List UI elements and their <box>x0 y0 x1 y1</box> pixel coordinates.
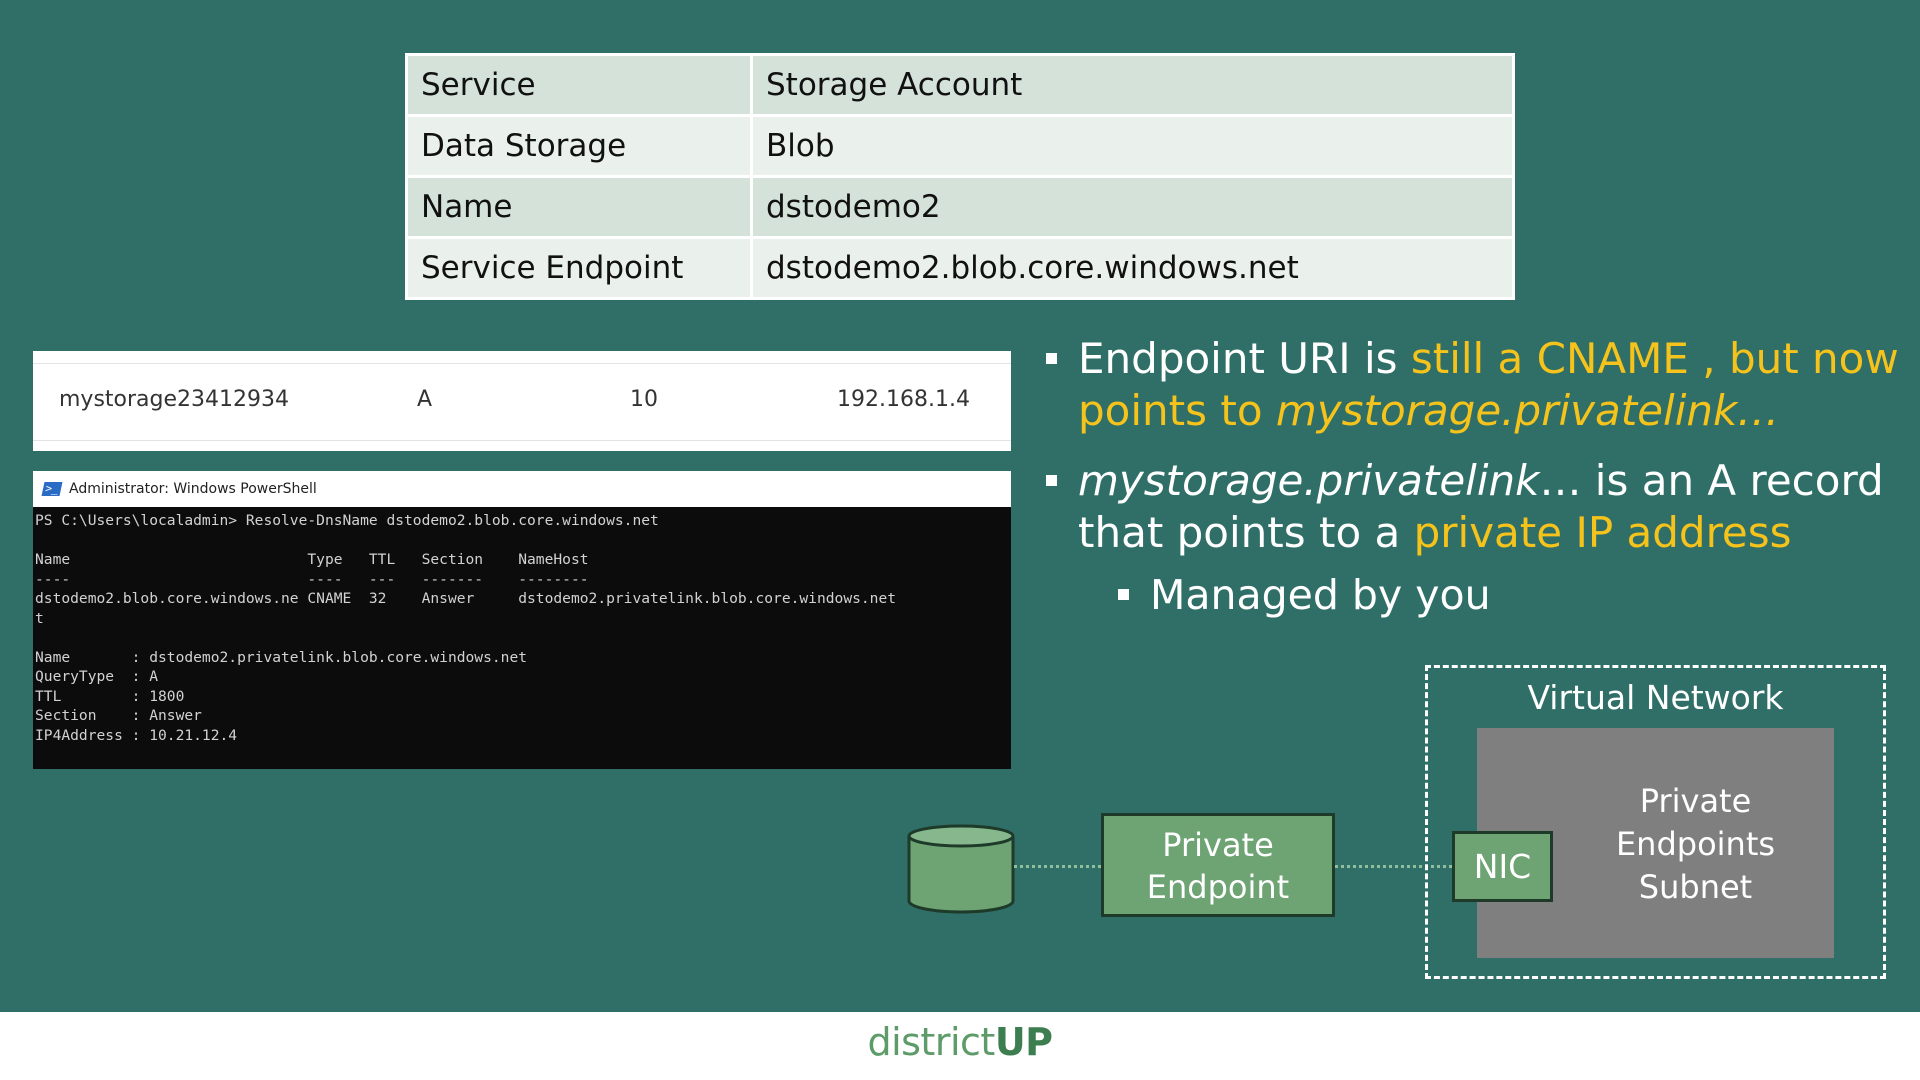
bullet-highlight: private IP address <box>1413 508 1792 557</box>
dns-record-type: A <box>417 387 433 412</box>
database-cylinder-icon <box>907 824 1015 914</box>
row-value: dstodemo2.blob.core.windows.net <box>750 236 1515 300</box>
logo-text-part1: district <box>867 1020 995 1064</box>
private-endpoint-label-line2: Endpoint <box>1146 868 1290 906</box>
subnet-label-line2: Endpoints <box>1615 825 1776 863</box>
bullet-item: Endpoint URI is still a CNAME , but now … <box>1044 333 1904 437</box>
sub-bullet-item: Managed by you <box>1116 569 1904 621</box>
private-endpoint-label-line1: Private <box>1162 826 1274 864</box>
table-row: Service Endpoint dstodemo2.blob.core.win… <box>405 236 1515 300</box>
divider <box>33 440 1011 441</box>
powershell-icon: >_ <box>41 482 63 496</box>
powershell-titlebar[interactable]: >_ Administrator: Windows PowerShell <box>33 471 1011 507</box>
bullet-italic: mystorage.privatelink <box>1078 456 1540 505</box>
bullet-text: Managed by you <box>1150 571 1491 619</box>
private-endpoint-box: Private Endpoint <box>1101 813 1335 917</box>
bullet-square-icon <box>1046 353 1057 364</box>
table-row: Data Storage Blob <box>405 114 1515 178</box>
footer-bar: districtUP <box>0 1012 1920 1080</box>
subnet-label-line1: Private <box>1639 782 1752 820</box>
powershell-window: >_ Administrator: Windows PowerShell PS … <box>33 471 1011 769</box>
nic-box: NIC <box>1452 831 1553 902</box>
virtual-network-label: Virtual Network <box>1527 678 1784 717</box>
dns-record-ip: 192.168.1.4 <box>837 387 970 412</box>
subnet-label-line3: Subnet <box>1638 868 1753 906</box>
subnet-label: Private Endpoints Subnet <box>1557 780 1834 909</box>
bullet-text: Endpoint URI is <box>1078 334 1411 383</box>
powershell-title: Administrator: Windows PowerShell <box>69 481 317 497</box>
row-label: Data Storage <box>405 114 753 178</box>
bullet-square-icon <box>1046 475 1057 486</box>
bullet-list: Endpoint URI is still a CNAME , but now … <box>1044 333 1904 639</box>
row-label: Service Endpoint <box>405 236 753 300</box>
districtup-logo: districtUP <box>0 1020 1920 1064</box>
row-value: Storage Account <box>750 53 1515 117</box>
bullet-highlight-italic: mystorage.privatelink… <box>1275 386 1780 435</box>
connector-storage-to-endpoint <box>1014 865 1101 868</box>
divider <box>33 363 1011 364</box>
row-value: dstodemo2 <box>750 175 1515 239</box>
table-row: Name dstodemo2 <box>405 175 1515 239</box>
bullet-item: mystorage.privatelink… is an A record th… <box>1044 455 1904 559</box>
row-label: Name <box>405 175 753 239</box>
logo-text-part2: UP <box>994 1020 1053 1064</box>
storage-info-table: Service Storage Account Data Storage Blo… <box>405 53 1515 300</box>
dns-record-row: mystorage23412934 A 10 192.168.1.4 <box>33 351 1011 451</box>
table-row: Service Storage Account <box>405 53 1515 117</box>
dns-record-ttl: 10 <box>630 387 658 412</box>
dns-record-name: mystorage23412934 <box>59 387 290 412</box>
bullet-square-icon <box>1118 589 1129 600</box>
row-label: Service <box>405 53 753 117</box>
powershell-output[interactable]: PS C:\Users\localadmin> Resolve-DnsName … <box>33 507 1011 749</box>
row-value: Blob <box>750 114 1515 178</box>
